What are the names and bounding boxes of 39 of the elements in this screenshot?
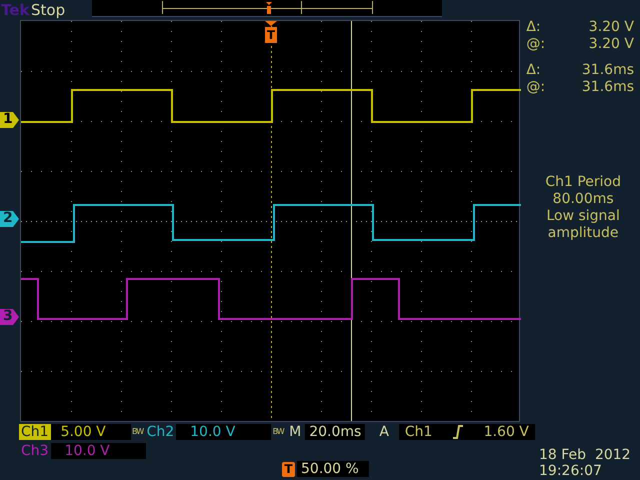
trigger-position-marker: T (282, 462, 295, 476)
cursor-line[interactable] (350, 21, 352, 421)
measurement-text: amplitude (546, 225, 620, 242)
channel-label[interactable]: Ch2 (144, 424, 176, 440)
readout-symbol: Δ: (526, 62, 541, 79)
channel-number: 2 (3, 210, 13, 226)
channel-label[interactable]: Ch1 (19, 424, 51, 440)
channel-marker-icon[interactable] (0, 112, 19, 128)
timebase-value: 20.0ms (305, 424, 366, 440)
trigger-position-value: 50.00 % (297, 461, 369, 477)
channel-scale: 10.0 V (50, 442, 146, 458)
trigger-source: Ch1 (404, 424, 432, 440)
timebase-label: M (288, 424, 302, 440)
readout-value: 31.6ms (582, 62, 634, 79)
date-text: 18 Feb 2012 (539, 447, 631, 463)
channel-marker-icon[interactable] (0, 211, 19, 227)
readout-symbol: @: (526, 36, 546, 53)
readout-symbol: Δ: (526, 19, 541, 36)
measurement-text: Low signal (545, 208, 621, 225)
bandwidth-limit-label: BW (131, 427, 145, 436)
channel-number: 3 (3, 308, 13, 324)
readout-value: 31.6ms (582, 79, 634, 96)
measurement-text: Ch1 Period (544, 174, 622, 191)
brand-label: Tek (0, 0, 30, 18)
channel-scale: 10.0 V (176, 424, 272, 440)
channel-marker-icon[interactable] (0, 309, 19, 325)
readout-value: 3.20 V (588, 19, 634, 36)
readout-value: 3.20 V (588, 36, 634, 53)
trigger-level: 1.60 V (484, 424, 529, 440)
trigger-position-icon (266, 2, 272, 14)
channel-number: 1 (3, 111, 13, 127)
channel-scale: 5.00 V (50, 424, 131, 440)
time-text: 19:26:07 (539, 463, 603, 479)
measurement-text: 80.00ms (552, 191, 615, 208)
readout-symbol: @: (526, 79, 546, 96)
bandwidth-limit-label: BW (272, 427, 286, 436)
trigger-mode-label: A (378, 424, 390, 440)
acquisition-state: Stop (31, 0, 66, 18)
trigger-pointer-icon (264, 21, 277, 26)
